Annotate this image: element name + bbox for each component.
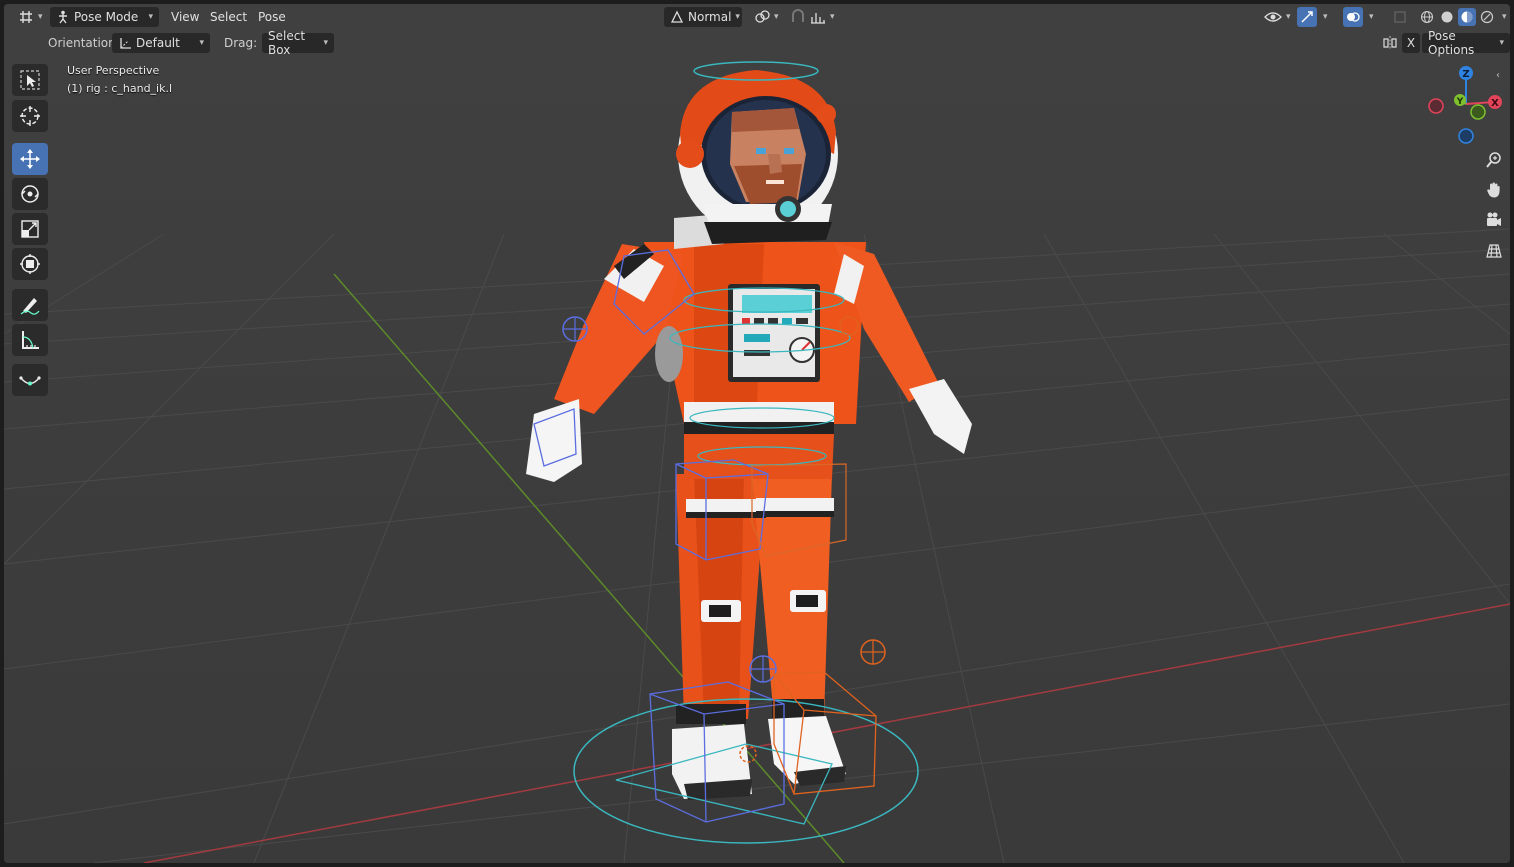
tool-move[interactable] <box>12 143 48 175</box>
bone-curve-icon <box>19 376 41 386</box>
drag-dropdown[interactable]: Select Box ▾ <box>262 29 334 57</box>
cursor-icon <box>20 106 40 126</box>
tool-measure[interactable] <box>12 324 48 356</box>
select-box-icon <box>20 70 40 90</box>
grid-ortho-icon <box>1486 244 1502 258</box>
orientation-value: Default <box>136 36 180 50</box>
viewport-scene[interactable] <box>4 4 1510 863</box>
tool-scale[interactable] <box>12 213 48 245</box>
menu-pose[interactable]: Pose <box>258 7 286 27</box>
gizmo-toggle[interactable] <box>1297 7 1317 27</box>
tool-bone-curve[interactable] <box>12 364 48 396</box>
pose-options-label: Pose Options <box>1428 29 1475 57</box>
x-mirror-button[interactable]: X <box>1402 33 1420 53</box>
chevron-down-icon: ▾ <box>148 12 153 22</box>
chevron-down-icon: ▾ <box>774 12 779 22</box>
chevron-down-icon: ▾ <box>1286 12 1291 22</box>
transform-icon <box>20 254 40 274</box>
chevron-down-icon: ▾ <box>830 12 835 22</box>
mode-selector[interactable]: Pose Mode ▾ <box>50 7 159 27</box>
shading-solid-button[interactable] <box>1438 8 1456 26</box>
ortho-toggle-button[interactable] <box>1480 237 1508 265</box>
chevron-down-icon: ▾ <box>199 38 204 48</box>
overlay-icon <box>1346 10 1360 24</box>
pose-mode-icon <box>56 10 70 24</box>
orientation-field-label: Orientation: <box>48 36 120 50</box>
overlay-toggle[interactable] <box>1343 7 1363 27</box>
orientation-icon <box>670 10 684 24</box>
shading-wireframe-button[interactable] <box>1418 8 1436 26</box>
axis-z-label: Z <box>1462 69 1469 80</box>
camera-view-button[interactable] <box>1480 206 1508 234</box>
wireframe-sphere-icon <box>1420 10 1434 24</box>
chevron-down-icon: ▾ <box>323 38 328 48</box>
tool-annotate[interactable] <box>12 289 48 321</box>
tool-cursor[interactable] <box>12 100 48 132</box>
pivot-icon <box>754 9 770 25</box>
menu-select[interactable]: Select <box>210 7 247 27</box>
mode-label: Pose Mode <box>74 10 139 24</box>
chevron-down-icon: ▾ <box>1499 38 1504 48</box>
tool-transform[interactable] <box>12 248 48 280</box>
tool-settings-header: Orientation: Default ▾ Drag: Select Box … <box>4 29 1510 57</box>
visibility-eye-icon <box>1264 10 1282 24</box>
visibility-button[interactable]: ▾ <box>1260 7 1295 27</box>
overlay-dropdown[interactable]: ▾ <box>1365 7 1378 27</box>
chevron-down-icon: ▾ <box>38 12 43 22</box>
rendered-sphere-icon <box>1480 10 1494 24</box>
orientation-axes-icon <box>118 36 132 50</box>
sidebar-toggle-arrow-icon[interactable]: ‹ <box>1496 70 1500 81</box>
shading-rendered-button[interactable] <box>1478 8 1496 26</box>
annotate-pencil-icon <box>20 298 40 315</box>
3d-viewport[interactable]: ▾ Pose Mode ▾ View Select Pose Normal ▾ … <box>4 4 1510 863</box>
orientation-dropdown[interactable]: Default ▾ <box>112 33 210 53</box>
transform-orientation-dropdown[interactable]: Normal ▾ <box>664 7 742 27</box>
pivot-point-button[interactable]: ▾ <box>750 7 783 27</box>
solid-sphere-icon <box>1441 11 1453 23</box>
camera-icon <box>1487 212 1501 226</box>
snap-icon <box>790 9 806 25</box>
chevron-down-icon: ▾ <box>1369 12 1374 22</box>
orientation-label: Normal <box>688 10 732 24</box>
material-sphere-icon <box>1461 11 1473 23</box>
pan-button[interactable] <box>1480 176 1508 204</box>
shading-material-button[interactable] <box>1458 8 1476 26</box>
axis-x-label: X <box>1491 98 1499 109</box>
mirror-toggle[interactable] <box>1378 33 1402 53</box>
proportional-edit-icon <box>810 9 826 25</box>
chevron-down-icon: ▾ <box>1502 12 1507 22</box>
xray-toggle[interactable] <box>1389 7 1411 27</box>
shading-mode-group: ▾ <box>1414 7 1510 27</box>
gizmo-icon <box>1300 10 1314 24</box>
axis-y-label: Y <box>1456 97 1464 107</box>
tool-select-box[interactable] <box>12 64 48 96</box>
axis-neg-z-handle <box>1458 128 1474 144</box>
rotate-icon <box>21 185 39 203</box>
drag-field-label: Drag: <box>224 36 258 50</box>
perspective-label: User Perspective <box>67 64 160 77</box>
viewport-header: ▾ Pose Mode ▾ View Select Pose Normal ▾ … <box>4 4 1510 30</box>
editor-type-icon <box>18 10 34 24</box>
axis-neg-y-handle <box>1470 104 1486 120</box>
hand-pan-icon <box>1487 182 1500 198</box>
editor-type-button[interactable]: ▾ <box>14 7 47 27</box>
xray-icon <box>1393 10 1407 24</box>
active-object-label: (1) rig : c_hand_ik.l <box>67 82 173 95</box>
measure-ruler-icon <box>22 331 39 349</box>
gizmo-dropdown[interactable]: ▾ <box>1319 7 1332 27</box>
mirror-icon <box>1382 35 1398 51</box>
snap-target-button[interactable]: ▾ <box>806 7 839 27</box>
pose-options-dropdown[interactable]: Pose Options ▾ <box>1422 29 1510 57</box>
scale-icon <box>21 220 39 238</box>
menu-view[interactable]: View <box>171 7 199 27</box>
move-arrows-icon <box>20 149 40 169</box>
chevron-down-icon: ▾ <box>735 12 740 22</box>
zoom-button[interactable] <box>1480 146 1508 174</box>
zoom-icon <box>1486 152 1501 168</box>
tool-rotate[interactable] <box>12 178 48 210</box>
chevron-down-icon: ▾ <box>1323 12 1328 22</box>
drag-value: Select Box <box>268 29 306 57</box>
axis-neg-x-handle <box>1428 98 1444 114</box>
